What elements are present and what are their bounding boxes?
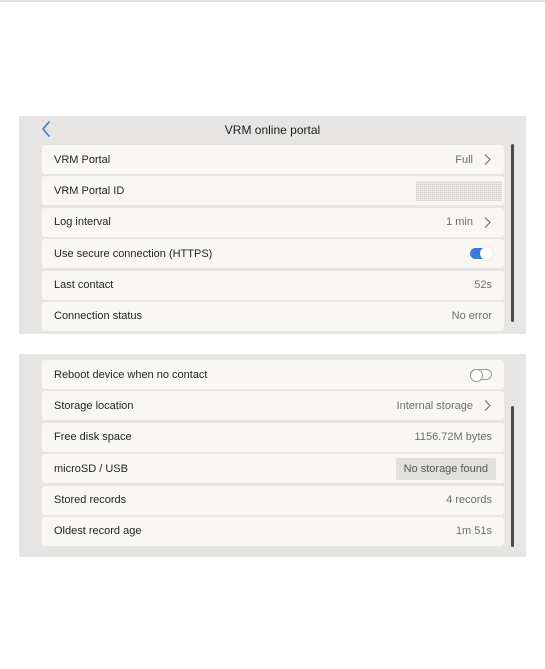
- row-vrm-portal[interactable]: VRM Portal Full: [42, 145, 504, 174]
- row-free-disk-space: Free disk space 1156.72M bytes: [42, 422, 504, 452]
- row-log-interval[interactable]: Log interval 1 min: [42, 207, 504, 237]
- row-reboot-no-contact: Reboot device when no contact: [42, 360, 504, 389]
- vrm-portal-panel: VRM online portal VRM Portal Full VRM Po…: [19, 116, 526, 334]
- row-value: Internal storage: [397, 399, 492, 412]
- row-oldest-record-age: Oldest record age 1m 51s: [42, 516, 504, 546]
- row-value: Full: [455, 153, 492, 166]
- row-stored-records: Stored records 4 records: [42, 485, 504, 515]
- row-value-text: 1156.72M bytes: [414, 431, 492, 444]
- row-last-contact: Last contact 52s: [42, 270, 504, 300]
- row-value: 1 min: [446, 216, 492, 229]
- row-value-text: No error: [451, 310, 492, 323]
- row-label: VRM Portal: [54, 153, 111, 166]
- row-value-text: Internal storage: [396, 399, 473, 412]
- row-label: Connection status: [54, 310, 143, 323]
- row-label: VRM Portal ID: [54, 184, 125, 197]
- row-value-text: Full: [455, 153, 473, 166]
- chevron-right-icon: [483, 399, 492, 412]
- row-label: Storage location: [54, 399, 134, 412]
- chevron-right-icon: [483, 216, 492, 229]
- row-secure-connection: Use secure connection (HTTPS): [42, 239, 504, 269]
- row-value-text: 1 min: [446, 216, 473, 229]
- row-value-text: 4 records: [446, 494, 492, 507]
- scrollbar[interactable]: [511, 406, 514, 547]
- row-label: Log interval: [54, 216, 111, 229]
- row-microsd-usb: microSD / USB No storage found: [42, 454, 504, 484]
- row-storage-location[interactable]: Storage location Internal storage: [42, 391, 504, 421]
- row-label: Oldest record age: [54, 525, 142, 538]
- reboot-toggle-switch[interactable]: [470, 369, 492, 382]
- row-label: Stored records: [54, 494, 127, 507]
- row-label: Reboot device when no contact: [54, 368, 208, 381]
- scrollbar[interactable]: [511, 144, 514, 322]
- chevron-right-icon: [483, 153, 492, 166]
- settings-list: Reboot device when no contact Storage lo…: [42, 360, 504, 548]
- row-label: Free disk space: [54, 431, 132, 444]
- row-value-text: 1m 51s: [455, 525, 492, 538]
- storage-status-badge[interactable]: No storage found: [395, 457, 496, 480]
- https-toggle-switch[interactable]: [470, 247, 493, 261]
- row-vrm-portal-id: VRM Portal ID: [42, 176, 504, 206]
- storage-panel: Reboot device when no contact Storage lo…: [19, 354, 526, 557]
- portal-id-value-obscured: [416, 180, 502, 201]
- panel-header: VRM online portal: [19, 116, 526, 144]
- row-label: Use secure connection (HTTPS): [54, 247, 213, 260]
- row-connection-status: Connection status No error: [42, 301, 504, 331]
- top-divider: [0, 0, 545, 2]
- row-value-text: 52s: [474, 279, 492, 292]
- page-title: VRM online portal: [224, 123, 321, 137]
- row-label: Last contact: [54, 279, 114, 292]
- settings-list: VRM Portal Full VRM Portal ID Log interv…: [42, 145, 504, 333]
- row-label: microSD / USB: [54, 462, 128, 475]
